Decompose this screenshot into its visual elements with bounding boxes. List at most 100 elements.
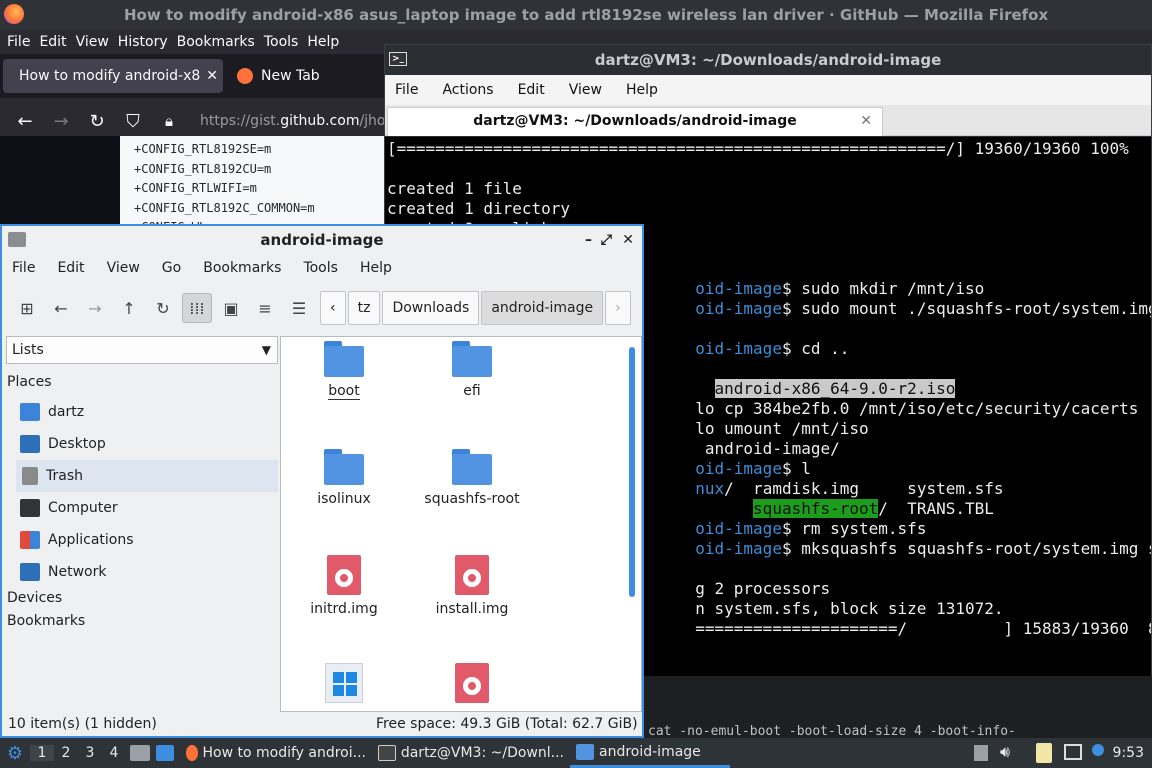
fm-menu-tools[interactable]: Tools [303,260,338,276]
fm-menu-bookmarks[interactable]: Bookmarks [203,260,281,276]
terminal-tab[interactable]: dartz@VM3: ~/Downloads/android-image ✕ [387,107,883,136]
workspace-2[interactable]: 2 [54,745,78,761]
breadcrumb-downloads[interactable]: Downloads [382,291,480,325]
term-menu-view[interactable]: View [569,82,602,98]
file-item-boot[interactable]: boot [289,341,399,400]
fm-menu-file[interactable]: File [12,260,35,276]
list-view-icon[interactable]: ☰ [284,293,314,323]
directory-highlight: squashfs-root [753,499,879,518]
close-icon[interactable]: ✕ [206,68,218,84]
command-text: $ cd .. [781,339,850,358]
close-icon[interactable]: ✕ [622,226,634,254]
terminal-line: created 1 file [387,179,1149,199]
file-name: isolinux [317,491,371,507]
fm-menu-help[interactable]: Help [360,260,392,276]
notifications-icon[interactable] [1092,744,1104,756]
fm-menu-view[interactable]: View [107,260,140,276]
compact-view-icon[interactable]: ≡ [250,293,280,323]
vertical-scrollbar[interactable] [629,347,635,597]
minimize-icon[interactable]: – [585,226,592,254]
firefox-titlebar: How to modify android-x86 asus_laptop im… [0,0,1152,30]
forward-icon[interactable]: → [46,111,76,132]
workspace-4[interactable]: 4 [102,745,126,761]
file-item-initrd[interactable]: initrd.img [289,555,399,617]
ff-tab-newtab[interactable]: New Tab [229,59,328,93]
reload-icon[interactable]: ↻ [148,293,178,323]
task-filemanager[interactable]: android-image [570,738,730,768]
ff-menu-view[interactable]: View [76,34,109,50]
file-item-squashfs-root[interactable]: squashfs-root [417,449,527,507]
ff-tab-gist[interactable]: How to modify android-x8 ✕ [3,59,223,93]
terminal-tabbar: dartz@VM3: ~/Downloads/android-image ✕ [385,105,1151,136]
term-menu-help[interactable]: Help [626,82,658,98]
icon-view-icon[interactable]: ⁞⁞⁞ [182,293,212,323]
workspace-1[interactable]: 1 [30,745,54,761]
prompt-path: oid-image [695,299,782,318]
forward-icon[interactable]: → [80,293,110,323]
ff-menu-help[interactable]: Help [307,34,339,50]
term-menu-actions[interactable]: Actions [442,82,493,98]
firefox-window-title: How to modify android-x86 asus_laptop im… [124,6,1049,24]
maximize-icon[interactable]: ⤢ [601,226,612,254]
bookmarks-header[interactable]: Bookmarks [7,613,85,629]
fm-menu-edit[interactable]: Edit [57,260,84,276]
file-item-windows[interactable] [289,663,399,703]
network-tray-icon[interactable] [1064,744,1082,760]
new-tab-icon[interactable]: ⊞ [12,293,42,323]
desktop-icon [20,435,40,453]
volume-icon[interactable]: 🔊︎ [1000,742,1010,762]
sidebar-item-trash[interactable]: Trash [16,460,278,492]
ff-menu-file[interactable]: File [7,34,30,50]
term-menu-edit[interactable]: Edit [518,82,545,98]
fm-menu-go[interactable]: Go [162,260,181,276]
clock[interactable]: 9:53 [1113,738,1144,768]
tray-update-icon[interactable] [974,745,988,761]
up-icon[interactable]: ↑ [114,293,144,323]
shield-icon[interactable]: ⛉ [118,111,148,132]
ff-menu-tools[interactable]: Tools [264,34,299,50]
code-line: +CONFIG_RTL8192C_COMMON=m [134,200,315,215]
sidebar-item-applications[interactable]: Applications [16,524,278,556]
file-view[interactable]: boot efi isolinux squashfs-root initrd.i… [280,336,642,712]
sidebar-item-network[interactable]: Network [16,556,278,588]
command-text: $ sudo mount ./squashfs-root/system.img … [781,299,1151,318]
terminal-menubar: File Actions Edit View Help [385,75,1151,105]
start-menu-icon[interactable]: ⚙ [0,743,30,764]
file-item-disc[interactable] [417,663,527,709]
back-icon[interactable]: ← [10,111,40,132]
sidebar-item-label: Applications [48,532,134,548]
term-menu-file[interactable]: File [395,82,418,98]
page-margin [0,136,120,236]
filemanager-sidebar: Lists ▼ Places dartz Desktop Trash Compu… [4,334,280,710]
reload-icon[interactable]: ↻ [82,111,112,132]
sidebar-item-dartz[interactable]: dartz [16,396,278,428]
ff-menu-edit[interactable]: Edit [39,34,66,50]
file-item-isolinux[interactable]: isolinux [289,449,399,507]
file-item-efi[interactable]: efi [417,341,527,399]
workspace-3[interactable]: 3 [78,745,102,761]
breadcrumb-home[interactable]: tz [347,291,381,325]
task-label: dartz@VM3: ~/Downl... [400,745,564,761]
url-bar[interactable]: https://gist.github.com/jhorst [200,113,404,129]
breadcrumb-left-arrow[interactable]: ‹ [320,291,346,325]
line-text: / ramdisk.img system.sfs [724,479,1004,498]
thumbnail-view-icon[interactable]: ▣ [216,293,246,323]
file-manager-launcher-icon[interactable] [130,745,150,761]
disc-image-icon [455,663,489,703]
task-firefox[interactable]: How to modify androi... [180,738,372,768]
sidebar-item-computer[interactable]: Computer [16,492,278,524]
breadcrumb-right-arrow[interactable]: › [605,291,631,325]
show-desktop-icon[interactable] [156,745,174,761]
devices-header[interactable]: Devices [7,590,62,606]
sidebar-item-desktop[interactable]: Desktop [16,428,278,460]
ff-menu-bookmarks[interactable]: Bookmarks [177,34,255,50]
ff-menu-history[interactable]: History [118,34,168,50]
breadcrumb-android-image[interactable]: android-image [481,291,604,325]
sidebar-mode-select[interactable]: Lists ▼ [6,336,278,364]
file-item-install[interactable]: install.img [417,555,527,617]
terminal-line: [=======================================… [387,139,1149,159]
back-icon[interactable]: ← [46,293,76,323]
clipboard-icon[interactable] [1036,743,1052,763]
task-terminal[interactable]: dartz@VM3: ~/Downl... [372,738,570,768]
close-icon[interactable]: ✕ [860,108,872,135]
